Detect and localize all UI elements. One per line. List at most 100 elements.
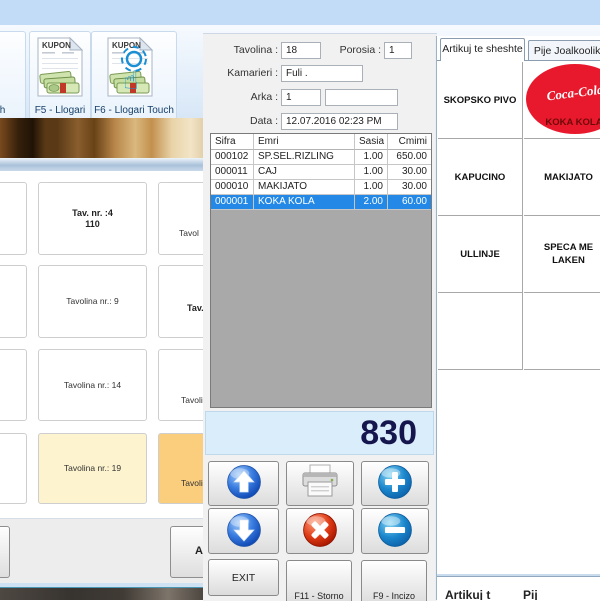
table-row-selected[interactable]: 000001 KOKA KOLA 2.00 60.00 [211, 195, 431, 210]
order-items-table[interactable]: Sifra Emri Sasia Cmimi 000102 SP.SEL.RIZ… [210, 133, 432, 408]
coca-cola-logo: Coca-Cola KOKA KOLA [526, 64, 600, 134]
table-button-9-label: Tavolina nr.: 9 [66, 296, 118, 307]
add-item-button[interactable] [361, 461, 429, 506]
data-field[interactable] [281, 113, 398, 130]
cell-sasia: 1.00 [355, 165, 388, 180]
minus-circle-icon [377, 512, 413, 551]
cell-sifra: 000001 [211, 195, 254, 210]
tab-pije-label: Pije Joalkoolike [534, 45, 600, 57]
product-button-makijato[interactable]: MAKIJATO [524, 139, 600, 216]
toolbar-button-f5-llogari[interactable]: KUPON F5 - Llogari [29, 31, 91, 120]
col-header-sifra: Sifra [211, 134, 254, 150]
cell-emri: MAKIJATO [254, 180, 355, 195]
table-button-cut-r3-label: Tavoli [181, 395, 203, 406]
table-button-partial-r1[interactable] [0, 182, 27, 255]
table-button-partial-r2[interactable] [0, 265, 27, 338]
table-button-14[interactable]: Tavolina nr.: 14 [38, 349, 147, 421]
table-button-19[interactable]: Tavolina nr.: 19 [38, 433, 147, 504]
svg-text:KUPON: KUPON [42, 41, 71, 50]
tab-pije-joalkoolike[interactable]: Pije Joalkoolike [528, 40, 600, 61]
cell-sasia: 1.00 [355, 150, 388, 165]
incizo-button[interactable]: F9 - Incizo [361, 560, 427, 601]
table-button-cut-r2-line1: Tav. [187, 303, 204, 314]
panel-divider-line [437, 576, 600, 577]
kamarieri-label: Kamarieri : [213, 66, 278, 80]
porosia-label: Porosia : [331, 43, 381, 57]
product-button-skopsko-pivo[interactable]: SKOPSKO PIVO [438, 62, 523, 139]
cell-sifra: 000011 [211, 165, 254, 180]
table-row[interactable]: 000102 SP.SEL.RIZLING 1.00 650.00 [211, 150, 431, 165]
arrow-down-circle-icon [226, 512, 262, 551]
cell-cmimi: 30.00 [388, 165, 431, 180]
toolbar-button-f6-llogari-touch[interactable]: KUPON ☝ F6 - Llogari Touch [91, 31, 177, 120]
cell-sifra: 000102 [211, 150, 254, 165]
toolbar-button-partial-label: Touch [0, 105, 25, 116]
cell-sifra: 000010 [211, 180, 254, 195]
bottom-cut-label-artikuj: Artikuj t [445, 588, 490, 600]
porosia-field[interactable] [384, 42, 412, 59]
order-panel: Tavolina : Porosia : Kamarieri : Arka : … [203, 33, 437, 601]
product-button-koka-kola[interactable]: Coca-Cola KOKA KOLA [524, 62, 600, 139]
col-header-cmimi: Cmimi [388, 134, 431, 150]
tab-artikuj-te-sheshte[interactable]: Artikuj te sheshte [440, 38, 525, 61]
delete-item-button[interactable] [286, 508, 354, 554]
col-header-sasia: Sasia [355, 134, 388, 150]
arka-label: Arka : [213, 90, 278, 104]
arka-field-2[interactable] [325, 89, 398, 106]
product-button-speca-me-laken[interactable]: SPECA ME LAKEN [524, 216, 600, 293]
exit-button[interactable]: EXIT [208, 559, 279, 596]
product-label: SPECA ME LAKEN [539, 241, 599, 267]
table-row[interactable]: 000011 CAJ 1.00 30.00 [211, 165, 431, 180]
table-button-partial-r4[interactable] [0, 433, 27, 504]
table-button-cut-r4-label: Tavoli [181, 478, 203, 489]
cell-cmimi: 60.00 [388, 195, 431, 210]
kupon-invoice-touch-icon: KUPON ☝ [107, 37, 161, 102]
product-label: ULLINJE [460, 248, 500, 261]
product-cell-empty[interactable] [438, 293, 523, 370]
toolbar-button-f6-label: F6 - Llogari Touch [92, 105, 176, 116]
table-button-4[interactable]: Tav. nr. :4 110 [38, 182, 147, 255]
left-bottom-partial-button[interactable] [0, 526, 10, 578]
svg-text:☝: ☝ [123, 66, 139, 96]
table-button-14-label: Tavolina nr.: 14 [64, 380, 121, 391]
table-button-4-line1: Tav. nr. :4 [72, 208, 113, 219]
toolbar-button-partial[interactable]: Touch [0, 31, 26, 120]
table-header-row: Sifra Emri Sasia Cmimi [211, 134, 431, 150]
remove-item-button[interactable] [361, 508, 429, 554]
cell-sasia: 2.00 [355, 195, 388, 210]
cell-sasia: 1.00 [355, 180, 388, 195]
printer-icon [299, 464, 341, 503]
product-cell-empty[interactable] [524, 293, 600, 370]
cell-emri: KOKA KOLA [254, 195, 355, 210]
storno-button[interactable]: F11 - Storno [286, 560, 352, 601]
product-label: KOKA KOLA [526, 116, 600, 129]
table-button-partial-r3[interactable] [0, 349, 27, 421]
product-button-kapucino[interactable]: KAPUCINO [438, 139, 523, 216]
move-down-button[interactable] [208, 508, 279, 554]
cell-emri: SP.SEL.RIZLING [254, 150, 355, 165]
kamarieri-field[interactable] [281, 65, 363, 82]
product-button-ullinje[interactable]: ULLINJE [438, 216, 523, 293]
cell-cmimi: 650.00 [388, 150, 431, 165]
arka-field[interactable] [281, 89, 321, 106]
background-desktop-strip [0, 588, 205, 600]
col-header-emri: Emri [254, 134, 355, 150]
window-title-band [0, 0, 600, 25]
table-button-19-label: Tavolina nr.: 19 [64, 463, 121, 474]
exit-button-label: EXIT [232, 572, 255, 584]
products-panel: Artikuj te sheshte Pije Joalkoolike SKOP… [437, 36, 600, 600]
order-total-display: 830 [205, 411, 434, 455]
product-label: MAKIJATO [544, 171, 593, 184]
table-button-9[interactable]: Tavolina nr.: 9 [38, 265, 147, 338]
coca-cola-script-text: Coca-Cola [532, 81, 600, 104]
x-circle-icon [302, 512, 338, 551]
panel-header-strip [0, 158, 205, 171]
print-button[interactable] [286, 461, 354, 506]
table-row[interactable]: 000010 MAKIJATO 1.00 30.00 [211, 180, 431, 195]
kupon-invoice-money-icon: KUPON [37, 37, 83, 102]
plus-circle-icon [377, 464, 413, 503]
table-button-cut-r1-label: Tavol [179, 228, 199, 239]
move-up-button[interactable] [208, 461, 279, 506]
toolbar-button-f5-label: F5 - Llogari [30, 105, 90, 116]
tavolina-field[interactable] [281, 42, 321, 59]
